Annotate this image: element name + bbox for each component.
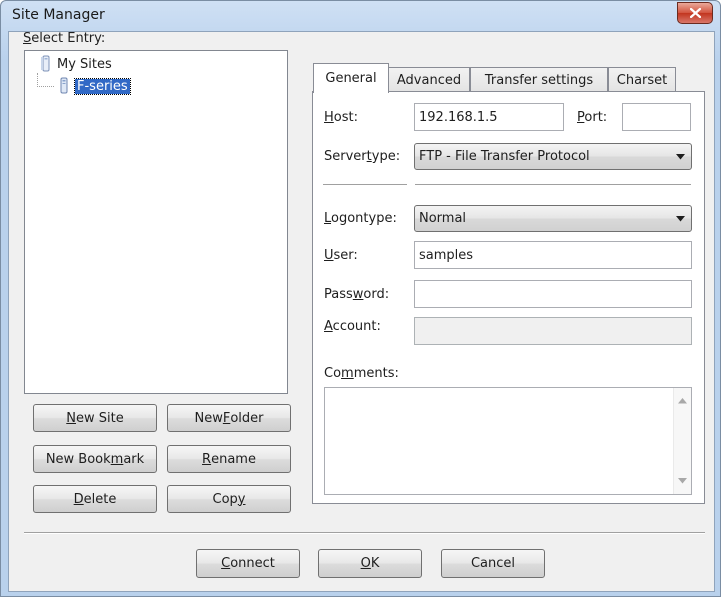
comments-label: Comments: — [324, 366, 399, 381]
copy-button[interactable]: Cop y — [167, 485, 291, 513]
tree-item-f-series[interactable]: F-series — [57, 77, 131, 95]
rename-button[interactable]: Rename — [167, 445, 291, 473]
comments-scrollbar[interactable] — [673, 388, 691, 494]
tree-label-root: My Sites — [57, 56, 112, 72]
comments-textarea[interactable] — [324, 387, 692, 495]
servertype-select[interactable]: FTP - File Transfer Protocol — [414, 143, 692, 170]
connect-button[interactable]: Connect — [196, 549, 300, 578]
password-input[interactable] — [414, 280, 692, 308]
new-bookmark-button[interactable]: New Book m ark — [33, 445, 157, 473]
window-title: Site Manager — [12, 7, 105, 23]
tab-transfer-settings-label: Transfer settings — [484, 72, 594, 88]
chevron-down-icon — [676, 154, 685, 160]
server-icon — [57, 77, 71, 95]
host-value: 192.168.1.5 — [419, 109, 498, 125]
tab-general-label: General — [325, 71, 377, 86]
tree-label-selected: F-series — [74, 77, 131, 95]
separator-left — [323, 184, 407, 186]
separator-right — [415, 184, 691, 186]
select-entry-label: Select Entry: — [23, 31, 106, 46]
tab-advanced-label: Advanced — [396, 72, 462, 88]
tree-connector — [37, 73, 54, 87]
scroll-down-icon[interactable] — [678, 478, 687, 484]
tab-general[interactable]: General — [313, 63, 389, 93]
logontype-select[interactable]: Normal — [414, 205, 692, 232]
ok-button[interactable]: OK — [318, 549, 422, 578]
logontype-value: Normal — [419, 211, 467, 226]
cancel-button[interactable]: Cancel — [441, 549, 545, 578]
site-tree[interactable]: My Sites F-series — [24, 50, 288, 394]
tab-transfer-settings[interactable]: Transfer settings — [470, 67, 608, 92]
footer-separator — [24, 532, 705, 534]
title-bar[interactable]: Site Manager — [1, 1, 720, 31]
close-icon — [690, 8, 701, 18]
password-label: Password: — [324, 287, 390, 302]
close-button[interactable] — [677, 2, 713, 24]
new-folder-button[interactable]: New Folder — [167, 404, 291, 432]
user-input[interactable]: samples — [414, 241, 692, 269]
user-value: samples — [419, 247, 474, 263]
user-label: User: — [324, 248, 358, 263]
port-input[interactable] — [622, 103, 691, 131]
scroll-up-icon[interactable] — [678, 398, 687, 404]
new-site-button[interactable]: New Site — [33, 404, 157, 432]
tab-charset[interactable]: Charset — [608, 67, 676, 92]
host-label: Host: — [324, 110, 358, 125]
servertype-label: Servertype: — [324, 149, 401, 164]
account-input[interactable] — [414, 317, 692, 345]
servertype-value: FTP - File Transfer Protocol — [419, 149, 590, 164]
logontype-label: Logontype: — [324, 211, 397, 226]
tab-charset-label: Charset — [616, 72, 668, 88]
port-label: Port: — [577, 110, 608, 125]
tab-advanced[interactable]: Advanced — [388, 67, 470, 92]
chevron-down-icon — [676, 216, 685, 222]
account-label: Account: — [324, 319, 381, 334]
tree-item-my-sites[interactable]: My Sites — [39, 55, 112, 73]
server-folder-icon — [39, 55, 53, 73]
host-input[interactable]: 192.168.1.5 — [414, 103, 564, 131]
delete-button[interactable]: Delete — [33, 485, 157, 513]
